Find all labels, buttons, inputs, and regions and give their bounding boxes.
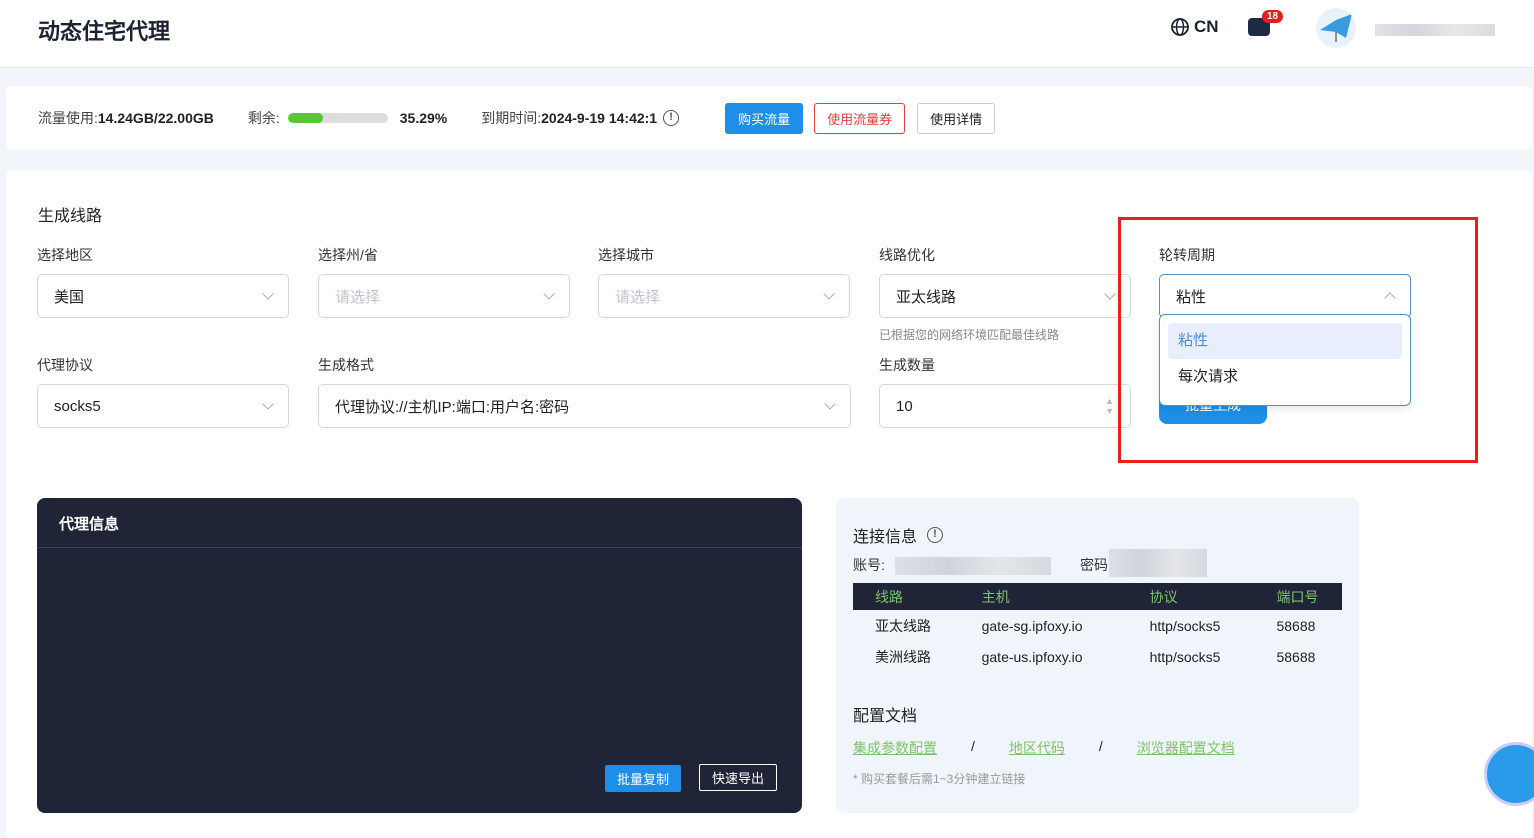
cell: http/socks5 xyxy=(1149,648,1221,665)
format-value: 代理协议://主机IP:端口:用户名:密码 xyxy=(335,398,570,416)
usage-label: 流量使用: xyxy=(38,110,98,126)
city-field: 选择城市 请选择 xyxy=(598,245,850,318)
integration-params-link[interactable]: 集成参数配置 xyxy=(853,738,937,758)
protocol-field: 代理协议 socks5 xyxy=(37,355,289,428)
remain-progress xyxy=(287,113,388,123)
protocol-label: 代理协议 xyxy=(37,357,93,373)
city-label: 选择城市 xyxy=(598,247,654,263)
route-hint: 已根据您的网络环境匹配最佳线路 xyxy=(879,328,1060,342)
format-field: 生成格式 代理协议://主机IP:端口:用户名:密码 xyxy=(318,355,851,428)
route-value: 亚太线路 xyxy=(896,288,957,306)
chevron-down-icon xyxy=(543,288,555,300)
state-select[interactable]: 请选择 xyxy=(318,274,570,318)
cell: gate-us.ipfoxy.io xyxy=(981,648,1083,665)
top-header: 动态住宅代理 CN 18 xyxy=(0,0,1534,68)
buy-traffic-button[interactable]: 购买流量 xyxy=(725,102,804,134)
chevron-down-icon xyxy=(262,398,274,410)
col-protocol: 协议 xyxy=(1127,583,1255,610)
avatar[interactable] xyxy=(1316,8,1356,48)
protocol-select[interactable]: socks5 xyxy=(37,384,289,428)
region-label: 选择地区 xyxy=(37,247,93,263)
route-label: 线路优化 xyxy=(879,247,935,263)
quick-export-button[interactable]: 快速导出 xyxy=(699,764,778,791)
state-field: 选择州/省 请选择 xyxy=(318,245,570,318)
account-blurred xyxy=(895,557,1051,575)
usage-bar: 流量使用: 14.24GB/22.00GB 剩余: 35.29% 到期时间: 2… xyxy=(6,86,1532,150)
stepper-icon[interactable]: ▲ ▼ xyxy=(1105,396,1114,416)
col-route: 线路 xyxy=(853,583,960,610)
language-switch[interactable]: CN xyxy=(1170,17,1219,37)
usage-value: 14.24GB/22.00GB xyxy=(97,110,214,126)
protocol-value: socks5 xyxy=(54,397,101,415)
route-select[interactable]: 亚太线路 xyxy=(879,274,1131,318)
count-input[interactable]: 10 ▲ ▼ xyxy=(879,384,1131,428)
globe-icon xyxy=(1171,18,1189,36)
cell: http/socks5 xyxy=(1149,617,1221,634)
state-label: 选择州/省 xyxy=(318,247,378,263)
chevron-down-icon xyxy=(262,288,274,300)
usage-details-button[interactable]: 使用详情 xyxy=(917,102,996,134)
count-label: 生成数量 xyxy=(879,357,935,373)
connection-table: 线路 主机 协议 端口号 亚太线路 gate-sg.ipfoxy.io http/s… xyxy=(853,583,1342,672)
proxy-info-panel: 代理信息 批量复制 快速导出 xyxy=(37,498,802,813)
docs-title: 配置文档 xyxy=(853,708,918,725)
connection-info-title: 连接信息 xyxy=(853,529,918,546)
highlight-annotation-box xyxy=(1118,217,1478,463)
use-coupon-button[interactable]: 使用流量券 xyxy=(814,102,906,134)
cell: 58688 xyxy=(1276,648,1316,665)
region-code-link[interactable]: 地区代码 xyxy=(1009,738,1065,758)
format-label: 生成格式 xyxy=(318,357,374,373)
route-field: 线路优化 亚太线路 已根据您的网络环境匹配最佳线路 xyxy=(879,245,1131,343)
count-field: 生成数量 10 ▲ ▼ xyxy=(879,355,1131,428)
col-host: 主机 xyxy=(959,583,1128,610)
password-label: 密码 xyxy=(1080,557,1108,573)
remain-label: 剩余: xyxy=(247,110,280,126)
cell: 58688 xyxy=(1276,617,1316,634)
setup-note: * 购买套餐后需1~3分钟建立链接 xyxy=(853,772,1026,786)
account-label: 账号: xyxy=(853,557,885,573)
cell: gate-sg.ipfoxy.io xyxy=(981,617,1083,634)
info-icon[interactable]: ! xyxy=(663,110,680,126)
count-value: 10 xyxy=(896,397,913,415)
chevron-down-icon xyxy=(824,398,836,410)
city-placeholder: 请选择 xyxy=(615,288,661,306)
table-row: 亚太线路 gate-sg.ipfoxy.io http/socks5 58688 xyxy=(853,610,1342,641)
city-select[interactable]: 请选择 xyxy=(598,274,850,318)
col-port: 端口号 xyxy=(1254,583,1342,610)
expire-label: 到期时间: xyxy=(481,110,542,126)
password-blurred xyxy=(1109,549,1207,577)
state-placeholder: 请选择 xyxy=(335,288,381,306)
avatar-logo-icon xyxy=(1320,14,1352,42)
language-label: CN xyxy=(1194,17,1219,36)
remain-percent: 35.29% xyxy=(399,110,448,126)
separator: / xyxy=(971,738,975,754)
proxy-info-title: 代理信息 xyxy=(37,498,802,548)
info-icon[interactable]: ! xyxy=(927,527,944,543)
chevron-down-icon xyxy=(823,288,835,300)
section-title: 生成线路 xyxy=(38,208,103,225)
expire-value: 2024-9-19 14:42:1 xyxy=(541,110,658,126)
region-value: 美国 xyxy=(54,288,85,306)
format-select[interactable]: 代理协议://主机IP:端口:用户名:密码 xyxy=(318,384,851,428)
region-select[interactable]: 美国 xyxy=(37,274,289,318)
page-title: 动态住宅代理 xyxy=(38,19,171,44)
chevron-down-icon xyxy=(1104,288,1116,300)
region-field: 选择地区 美国 xyxy=(37,245,289,318)
cell: 亚太线路 xyxy=(875,617,931,634)
table-row: 美洲线路 gate-us.ipfoxy.io http/socks5 58688 xyxy=(853,641,1342,672)
connection-info-panel: 连接信息! 账号: 密码 线路 主机 协议 端口号 亚太线路 gate-sg.ip… xyxy=(836,498,1359,813)
batch-copy-button[interactable]: 批量复制 xyxy=(605,765,682,792)
separator: / xyxy=(1098,738,1103,754)
browser-config-link[interactable]: 浏览器配置文档 xyxy=(1137,738,1235,758)
username-blurred xyxy=(1375,24,1495,36)
message-badge: 18 xyxy=(1262,10,1284,23)
remain-progress-fill xyxy=(287,113,324,123)
cell: 美洲线路 xyxy=(875,648,931,665)
